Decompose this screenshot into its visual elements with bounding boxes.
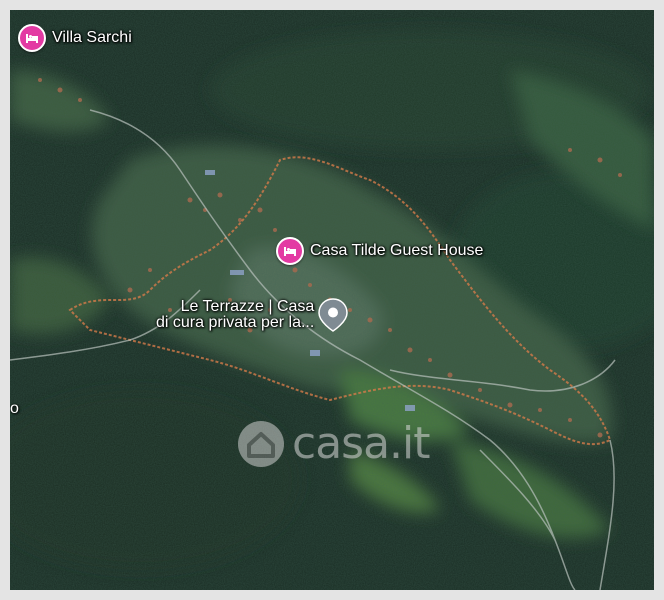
hotel-bed-icon (276, 237, 304, 265)
house-logo-icon (238, 420, 284, 467)
casa-it-watermark: casa.it (236, 418, 431, 469)
marker-casa-tilde[interactable]: Casa Tilde Guest House (276, 237, 483, 265)
marker-villa-sarchi[interactable]: Villa Sarchi (18, 24, 132, 52)
marker-label: Casa Tilde Guest House (310, 242, 484, 259)
map-edge-label: o (10, 400, 19, 417)
marker-le-terrazze[interactable]: Le Terrazze | Casa di cura privata per l… (156, 298, 349, 332)
marker-label-line1: Le Terrazze | Casa (180, 298, 315, 315)
watermark-text: casa.it (292, 418, 431, 469)
marker-label-line2: di cura privata per la... (156, 314, 315, 331)
marker-label: Le Terrazze | Casa di cura privata per l… (156, 299, 314, 331)
map-view[interactable]: Villa Sarchi Casa Tilde Guest House Le T… (10, 10, 654, 590)
hotel-bed-icon (18, 24, 46, 52)
marker-label: Villa Sarchi (52, 29, 132, 46)
location-pin-icon (318, 298, 349, 332)
